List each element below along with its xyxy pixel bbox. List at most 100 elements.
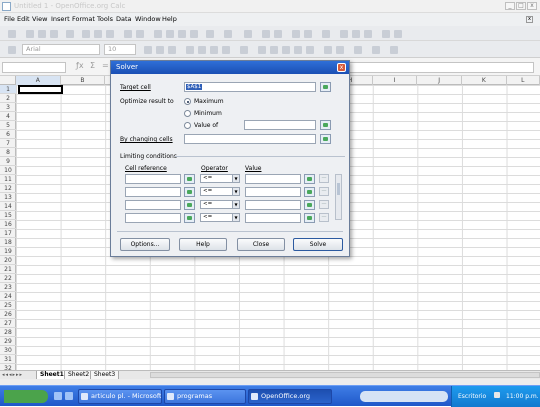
remove-condition-button[interactable]: — [319,200,329,209]
increase-indent-icon[interactable] [336,46,344,54]
menu-view[interactable]: View [32,15,47,23]
row-header[interactable]: 2 [0,94,16,103]
quicklaunch-icon[interactable] [65,392,73,400]
operator-select[interactable]: <= ▼ [200,200,240,209]
hyperlink-icon[interactable] [244,30,252,38]
row-header[interactable]: 14 [0,202,16,211]
underline-icon[interactable] [168,46,176,54]
align-left-icon[interactable] [186,46,194,54]
start-button[interactable] [4,390,48,403]
row-header[interactable]: 31 [0,355,16,364]
align-right-icon[interactable] [210,46,218,54]
menu-edit[interactable]: Edit [17,15,30,23]
row-header[interactable]: 5 [0,121,16,130]
options-button[interactable]: Options... [120,238,170,251]
new-icon[interactable] [8,30,16,38]
remove-condition-button[interactable]: — [319,187,329,196]
font-name-field[interactable]: Arial [22,44,100,55]
row-header[interactable]: 26 [0,310,16,319]
row-header[interactable]: 30 [0,346,16,355]
row-header[interactable]: 21 [0,265,16,274]
row-header[interactable]: 18 [0,238,16,247]
col-header-j[interactable]: J [417,76,462,85]
menu-window[interactable]: Window [135,15,161,23]
function-wizard-icon[interactable]: ƒx [76,61,84,70]
delete-decimal-icon[interactable] [306,46,314,54]
target-cell-input[interactable]: $A$1 [184,82,316,92]
menu-help[interactable]: Help [162,15,177,23]
cellref-shrink-button[interactable] [184,187,195,197]
save-icon[interactable] [38,30,46,38]
add-decimal-icon[interactable] [294,46,302,54]
close-icon[interactable]: x [527,2,537,10]
menu-insert[interactable]: Insert [51,15,70,23]
row-header[interactable]: 16 [0,220,16,229]
taskbar-item-folder[interactable]: programas [164,389,246,404]
radio-minimum[interactable] [184,110,191,117]
sort-asc-icon[interactable] [262,30,270,38]
row-header[interactable]: 1 [0,85,16,94]
dialog-close-icon[interactable]: x [337,63,346,72]
condition-value-input[interactable] [245,187,301,197]
target-cell-shrink-button[interactable] [320,82,331,92]
condition-cellref-input[interactable] [125,200,181,210]
row-header[interactable]: 27 [0,319,16,328]
horizontal-scrollbar[interactable] [150,372,540,378]
value-shrink-button[interactable] [304,213,315,223]
borders-icon[interactable] [354,46,362,54]
row-header[interactable]: 15 [0,211,16,220]
remove-condition-button[interactable]: — [319,213,329,222]
value-of-input[interactable] [244,120,316,130]
row-header[interactable]: 24 [0,292,16,301]
col-header-b[interactable]: B [61,76,106,85]
taskbar-item-openoffice[interactable]: OpenOffice.org [248,389,332,404]
standard-format-icon[interactable] [282,46,290,54]
condition-value-input[interactable] [245,213,301,223]
font-color-icon[interactable] [390,46,398,54]
menu-data[interactable]: Data [116,15,132,23]
pdf-icon[interactable] [82,30,90,38]
operator-select[interactable]: <= ▼ [200,174,240,183]
background-color-icon[interactable] [372,46,380,54]
navigator-icon[interactable] [340,30,348,38]
sort-desc-icon[interactable] [274,30,282,38]
percent-icon[interactable] [270,46,278,54]
changing-cells-input[interactable] [184,134,316,144]
row-header[interactable]: 28 [0,328,16,337]
value-shrink-button[interactable] [304,174,315,184]
bold-icon[interactable] [144,46,152,54]
close-document-icon[interactable]: x [526,16,533,23]
remove-condition-button[interactable]: — [319,174,329,183]
cellref-shrink-button[interactable] [184,213,195,223]
paste-icon[interactable] [178,30,186,38]
row-header[interactable]: 4 [0,112,16,121]
row-header[interactable]: 25 [0,301,16,310]
row-header[interactable]: 22 [0,274,16,283]
datasources-icon[interactable] [364,30,372,38]
row-header[interactable]: 9 [0,157,16,166]
undo-icon[interactable] [206,30,214,38]
redo-icon[interactable] [224,30,232,38]
row-header[interactable]: 6 [0,130,16,139]
active-cell[interactable] [18,85,63,94]
chart-icon[interactable] [292,30,300,38]
italic-icon[interactable] [156,46,164,54]
taskbar-item-word[interactable]: articulo pl. - Microsoft ... [78,389,162,404]
value-shrink-button[interactable] [304,200,315,210]
operator-select[interactable]: <= ▼ [200,187,240,196]
network-icon[interactable] [494,392,500,398]
solve-button[interactable]: Solve [293,238,343,251]
align-center-icon[interactable] [198,46,206,54]
tray-label[interactable]: Escritorio [458,393,486,400]
equals-icon[interactable]: = [102,61,109,70]
preview-icon[interactable] [106,30,114,38]
open-icon[interactable] [26,30,34,38]
condition-cellref-input[interactable] [125,213,181,223]
help-icon[interactable] [394,30,402,38]
condition-value-input[interactable] [245,174,301,184]
condition-cellref-input[interactable] [125,174,181,184]
radio-maximum[interactable] [184,98,191,105]
row-header[interactable]: 29 [0,337,16,346]
value-of-shrink-button[interactable] [320,120,331,130]
name-box[interactable] [2,62,66,73]
